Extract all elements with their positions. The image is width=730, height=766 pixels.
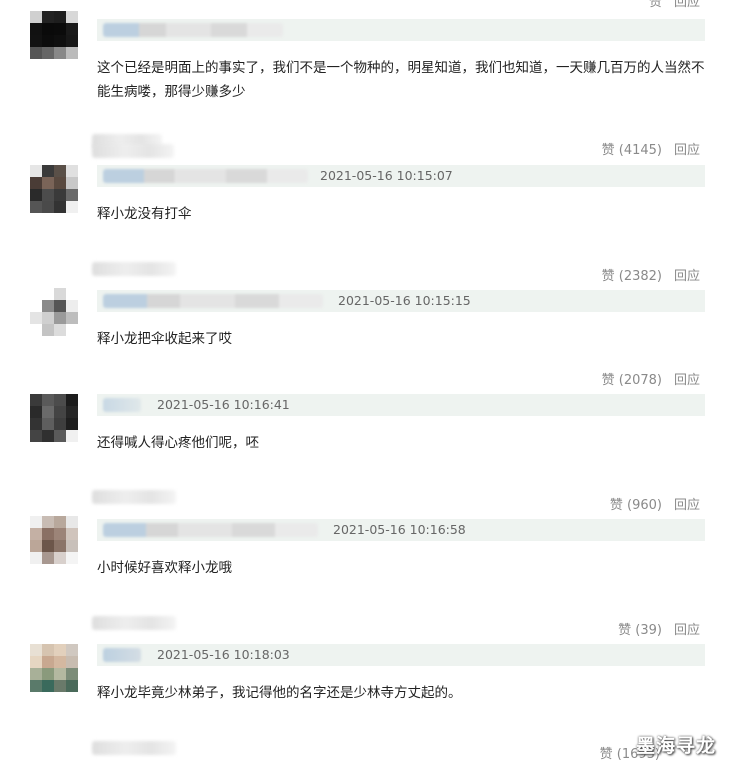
username-blurred[interactable] — [103, 169, 308, 183]
reply-target-blurred — [92, 262, 176, 276]
comment-actions: 赞 (2078) 回应 — [602, 369, 700, 388]
comment-timestamp: 2021-05-16 10:18:03 — [157, 647, 290, 662]
avatar[interactable] — [30, 165, 78, 213]
comment-actions: 赞 (960) 回应 — [610, 494, 700, 513]
comment-meta-bar: 2021-05-16 10:15:15 — [97, 290, 705, 312]
comment-meta-bar: 2021-05-16 10:15:07 — [97, 165, 705, 187]
like-button[interactable]: 赞 (2078) — [602, 369, 662, 388]
username-blurred[interactable] — [103, 523, 318, 537]
comment-text: 这个已经是明面上的事实了，我们不是一个物种的，明星知道，我们也知道，一天赚几百万… — [97, 60, 705, 100]
reply-target-blurred — [92, 616, 176, 630]
comment-text: 还得喊人得心疼他们呢，呸 — [97, 435, 259, 451]
comment-text: 释小龙把伞收起来了哎 — [97, 331, 232, 347]
comment-text: 释小龙没有打伞 — [97, 206, 192, 222]
reply-button[interactable]: 回应 — [674, 369, 700, 388]
comment-actions: 赞 回应 — [649, 0, 700, 10]
comment-text: 小时候好喜欢释小龙哦 — [97, 560, 232, 576]
reply-button[interactable]: 回应 — [674, 265, 700, 284]
username-blurred[interactable] — [103, 648, 141, 662]
avatar[interactable] — [30, 516, 78, 564]
watermark: 墨海寻龙 — [635, 735, 716, 757]
reply-button[interactable]: 回应 — [674, 619, 700, 638]
reply-button[interactable]: 回应 — [674, 494, 700, 513]
comment-timestamp: 2021-05-16 10:16:41 — [157, 397, 290, 412]
comment-actions: 赞 (4145) 回应 — [602, 139, 700, 158]
avatar[interactable] — [30, 394, 78, 442]
comment-meta-bar: 2021-05-16 10:16:41 — [97, 394, 705, 416]
username-blurred[interactable] — [103, 398, 141, 412]
comment-timestamp: 2021-05-16 10:15:15 — [338, 293, 471, 308]
comment-meta-bar: 2021-05-16 10:16:58 — [97, 519, 705, 541]
comment-meta-bar: 2021-05-16 10:18:03 — [97, 644, 705, 666]
like-button[interactable]: 赞 — [649, 0, 662, 10]
like-button[interactable]: 赞 (39) — [618, 619, 662, 638]
comment-actions: 赞 (2382) 回应 — [602, 265, 700, 284]
like-button[interactable]: 赞 (4145) — [602, 139, 662, 158]
reply-target-blurred — [92, 490, 176, 504]
reply-button[interactable]: 回应 — [674, 0, 700, 10]
comment-timestamp: 2021-05-16 10:15:07 — [320, 168, 453, 183]
reply-button[interactable]: 回应 — [674, 139, 700, 158]
username-blurred[interactable] — [103, 23, 283, 37]
avatar[interactable] — [30, 11, 78, 59]
comment-actions: 赞 (39) 回应 — [618, 619, 700, 638]
avatar[interactable] — [30, 288, 78, 336]
reply-target-blurred — [92, 144, 174, 158]
username-blurred[interactable] — [103, 294, 323, 308]
like-button[interactable]: 赞 (2382) — [602, 265, 662, 284]
reply-target-blurred — [92, 741, 176, 755]
avatar[interactable] — [30, 644, 78, 692]
comment-meta-bar — [97, 19, 705, 41]
comment-text: 释小龙毕竟少林弟子，我记得他的名字还是少林寺方丈起的。 — [97, 685, 462, 701]
like-button[interactable]: 赞 (960) — [610, 494, 662, 513]
comment-timestamp: 2021-05-16 10:16:58 — [333, 522, 466, 537]
